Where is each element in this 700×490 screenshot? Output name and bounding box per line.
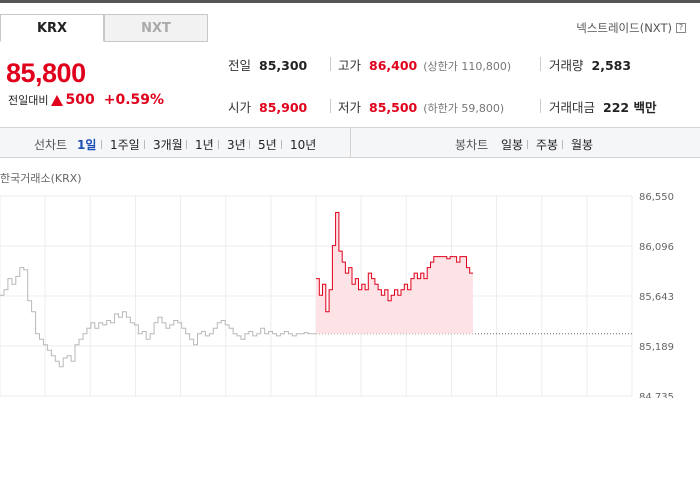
change-value: 500 — [65, 92, 95, 108]
period-1d-button[interactable]: 1일 — [77, 136, 96, 153]
stat-label: 거래대금 — [549, 100, 596, 115]
chart-title: 한국거래소(KRX) — [0, 172, 82, 185]
divider — [540, 57, 541, 71]
stat-label: 저가 — [338, 100, 362, 115]
nextrade-label: 넥스트레이드(NXT) — [576, 21, 672, 35]
stat-low: 저가 85,500 (하한가 59,800) — [338, 97, 504, 116]
stat-volume: 거래량 2,583 — [549, 55, 631, 74]
stat-label: 시가 — [228, 100, 252, 115]
stat-value: 2,583 — [591, 58, 632, 73]
y-tick-label: 86,096 — [639, 242, 674, 253]
line-chart-label: 선차트 — [34, 138, 68, 152]
prior-price-line — [0, 267, 316, 368]
price-change: 전일대비 500 +0.59% — [8, 92, 164, 108]
up-arrow-icon — [51, 94, 64, 106]
y-tick-label: 86,550 — [639, 192, 674, 203]
stat-open: 시가 85,900 — [228, 97, 307, 116]
stat-amount: 거래대금 222 백만 — [549, 97, 656, 116]
stat-label: 거래량 — [549, 58, 584, 73]
tab-nxt[interactable]: NXT — [104, 14, 208, 42]
stat-value: 86,400 — [369, 58, 418, 73]
candle-monthly-button[interactable]: 월봉 — [571, 136, 593, 153]
period-3y-button[interactable]: 3년 — [227, 136, 246, 153]
separator — [101, 140, 102, 149]
stat-value: 85,500 — [369, 100, 418, 115]
y-tick-label: 84,735 — [639, 392, 674, 398]
upper-limit: (상한가 110,800) — [423, 60, 512, 73]
separator — [218, 140, 219, 149]
period-1w-button[interactable]: 1주일 — [110, 136, 140, 153]
today-price-area — [316, 212, 473, 334]
separator — [562, 140, 563, 149]
period-3m-button[interactable]: 3개월 — [153, 136, 183, 153]
separator — [186, 140, 187, 149]
toolbar-divider — [350, 128, 351, 158]
lower-limit: (하한가 59,800) — [423, 102, 505, 115]
help-icon[interactable]: ? — [676, 23, 686, 33]
candle-weekly-button[interactable]: 주봉 — [536, 136, 558, 153]
nextrade-link[interactable]: 넥스트레이드(NXT) ? — [576, 20, 686, 36]
y-tick-label: 85,643 — [639, 292, 674, 303]
change-percent: +0.59% — [103, 92, 165, 108]
period-5y-button[interactable]: 5년 — [258, 136, 277, 153]
separator — [281, 140, 282, 149]
separator — [249, 140, 250, 149]
change-label: 전일대비 — [8, 94, 49, 107]
stat-label: 전일 — [228, 58, 252, 73]
divider — [540, 99, 541, 113]
chart-toolbar: 선차트 1일 1주일 3개월 1년 3년 5년 10년 봉차트 일봉 주봉 월봉 — [0, 127, 700, 158]
candle-daily-button[interactable]: 일봉 — [501, 136, 523, 153]
stat-high: 고가 86,400 (상한가 110,800) — [338, 55, 511, 74]
stat-prev-close: 전일 85,300 — [228, 55, 307, 74]
price-chart: 86,550 86,096 85,643 85,189 84,735 — [0, 192, 674, 398]
current-price: 85,800 — [6, 58, 86, 88]
stat-value: 85,900 — [259, 100, 308, 115]
period-10y-button[interactable]: 10년 — [290, 136, 316, 153]
stat-value: 85,300 — [259, 58, 308, 73]
divider — [330, 57, 331, 71]
top-border — [0, 0, 700, 3]
period-1y-button[interactable]: 1년 — [195, 136, 214, 153]
stat-value: 222 백만 — [603, 100, 657, 115]
divider — [330, 99, 331, 113]
separator — [144, 140, 145, 149]
candle-chart-label: 봉차트 — [455, 138, 489, 152]
stat-label: 고가 — [338, 58, 362, 73]
tab-krx[interactable]: KRX — [0, 14, 104, 42]
separator — [527, 140, 528, 149]
y-tick-label: 85,189 — [639, 342, 674, 353]
